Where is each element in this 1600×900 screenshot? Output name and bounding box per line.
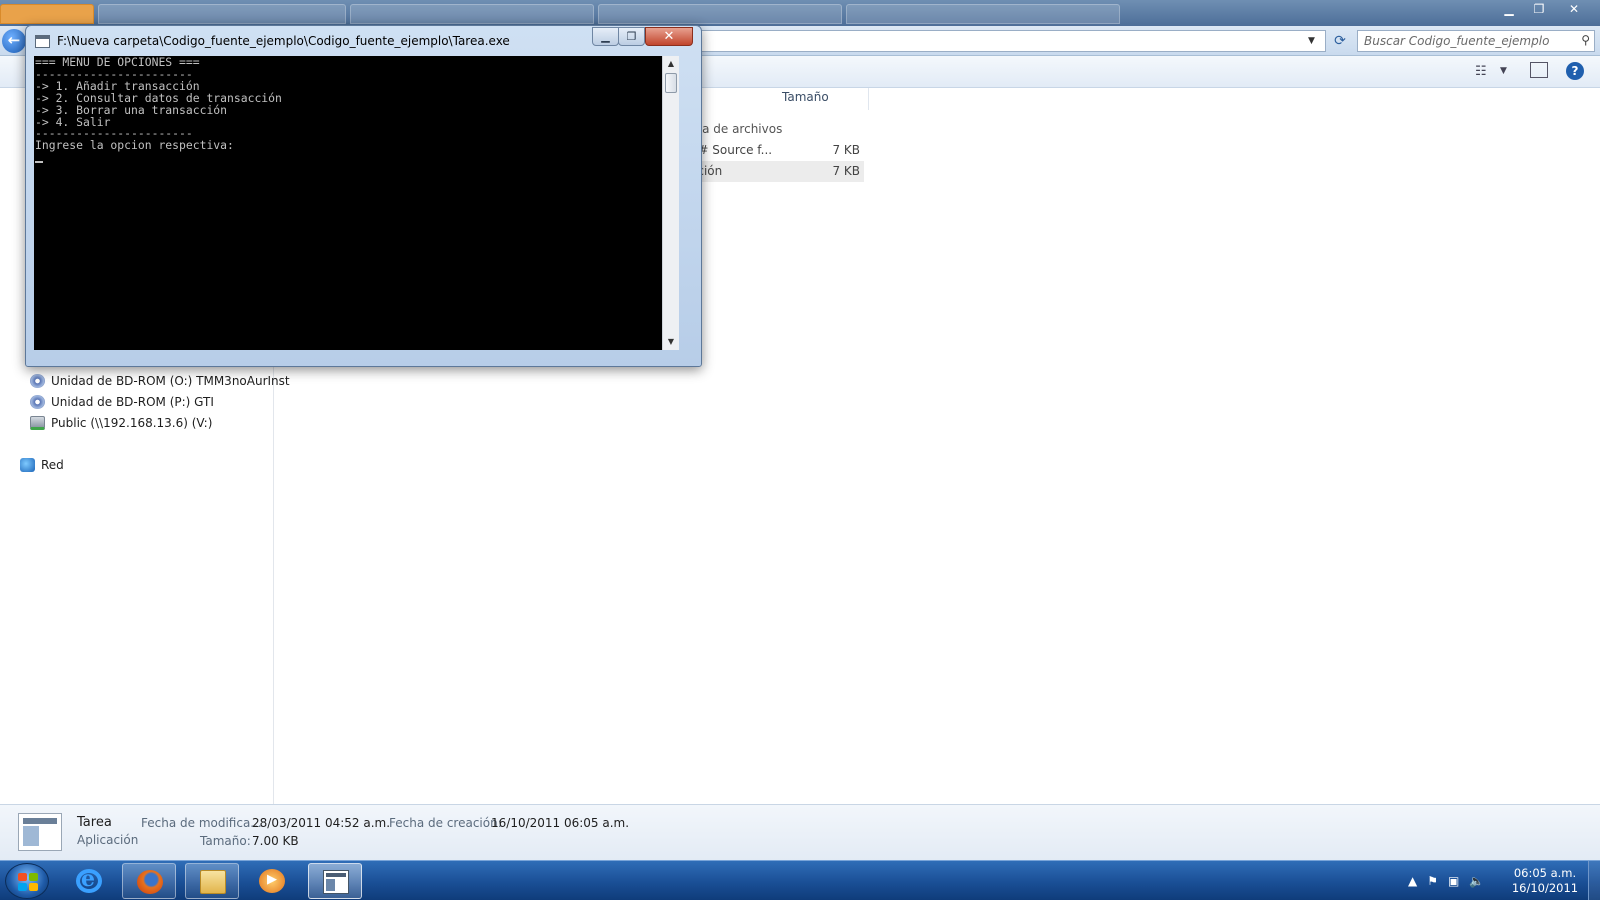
network-icon <box>20 458 35 472</box>
nav-item-label: Public (\\192.168.13.6) (V:) <box>51 416 213 430</box>
minimize-button[interactable]: ▁ <box>592 27 619 46</box>
detail-created-value: 16/10/2011 06:05 a.m. <box>491 816 630 830</box>
detail-modified-label: Fecha de modifica... <box>141 816 262 830</box>
nav-item-bdrom-o[interactable]: Unidad de BD-ROM (O:) TMM3noAurInst <box>30 371 290 391</box>
maximize-button[interactable]: ❐ <box>618 27 645 46</box>
background-tab[interactable] <box>846 4 1120 24</box>
search-icon[interactable]: ⚲ <box>1581 33 1590 47</box>
detail-name: Tarea <box>77 815 112 830</box>
details-pane: Tarea Aplicación Fecha de modifica... 28… <box>0 804 1600 860</box>
nav-item-bdrom-p[interactable]: Unidad de BD-ROM (P:) GTI <box>30 392 214 412</box>
clock[interactable]: 06:05 a.m. 16/10/2011 <box>1505 866 1585 896</box>
action-center-flag-icon[interactable]: ⚑ <box>1427 874 1438 888</box>
scroll-down-icon[interactable]: ▼ <box>663 334 679 350</box>
detail-created-label: Fecha de creación: <box>389 816 502 830</box>
text-cursor <box>35 161 43 164</box>
taskbar-windows-explorer[interactable] <box>185 863 239 899</box>
windows-logo-icon <box>18 873 38 891</box>
detail-modified-value: 28/03/2011 04:52 a.m. <box>252 816 391 830</box>
background-tab[interactable] <box>98 4 346 24</box>
detail-size-label: Tamaño: <box>200 834 251 848</box>
file-group-label: eta de archivos <box>690 122 783 136</box>
console-line: -> 3. Borrar una transacción <box>35 102 228 117</box>
bdrom-drive-icon <box>30 395 45 409</box>
console-output[interactable]: === MENU DE OPCIONES === ----------------… <box>34 56 662 350</box>
file-size: 7 KB <box>832 164 860 178</box>
nav-item-public[interactable]: Public (\\192.168.13.6) (V:) <box>30 413 212 433</box>
background-tab[interactable] <box>598 4 842 24</box>
firefox-icon <box>137 870 163 894</box>
console-title: F:\Nueva carpeta\Codigo_fuente_ejemplo\C… <box>57 34 510 48</box>
folder-icon <box>200 870 226 894</box>
network-drive-icon <box>30 416 45 430</box>
start-button[interactable] <box>5 863 49 899</box>
minimize-icon[interactable]: ▁ <box>1496 0 1522 18</box>
taskbar-tarea-console[interactable] <box>308 863 362 899</box>
view-options-icon[interactable]: ☷ <box>1475 64 1487 79</box>
column-divider[interactable] <box>868 88 869 110</box>
refresh-icon[interactable]: ⟳ <box>1328 30 1352 52</box>
close-icon[interactable]: ✕ <box>1556 0 1592 18</box>
column-header-size[interactable]: Tamaño <box>782 90 829 104</box>
taskbar-media-player[interactable] <box>245 863 299 899</box>
taskbar-internet-explorer[interactable] <box>62 863 116 899</box>
search-placeholder: Buscar Codigo_fuente_ejemplo <box>1364 34 1550 48</box>
search-input[interactable]: Buscar Codigo_fuente_ejemplo ⚲ <box>1357 30 1595 52</box>
internet-explorer-icon <box>76 866 102 893</box>
nav-item-label: Red <box>41 458 64 472</box>
chevron-down-icon[interactable]: ▼ <box>1500 66 1507 76</box>
background-tab[interactable] <box>0 4 94 24</box>
console-app-icon[interactable] <box>35 35 50 48</box>
nav-item-label: Unidad de BD-ROM (P:) GTI <box>51 395 214 409</box>
volume-icon[interactable]: 🔈 <box>1469 874 1484 888</box>
back-arrow-icon[interactable]: ← <box>2 29 26 53</box>
detail-kind: Aplicación <box>77 833 139 847</box>
nav-item-red[interactable]: Red <box>20 455 64 475</box>
console-text: === MENU DE OPCIONES === ----------------… <box>35 56 661 153</box>
close-button[interactable]: ✕ <box>645 27 693 46</box>
console-window[interactable]: F:\Nueva carpeta\Codigo_fuente_ejemplo\C… <box>25 25 702 367</box>
system-tray: ▲ ⚑ ▣ 🔈 <box>1408 861 1484 900</box>
address-input[interactable] <box>700 30 1326 52</box>
vertical-scrollbar[interactable]: ▲ ▼ <box>662 56 679 350</box>
file-row-selected[interactable]: ación 7 KB <box>690 161 864 182</box>
help-icon[interactable]: ? <box>1566 62 1584 80</box>
scroll-thumb[interactable] <box>665 73 677 93</box>
file-size: 7 KB <box>832 143 860 157</box>
file-type: C# Source f... <box>690 143 773 157</box>
explorer-titlebar: ▁ ❐ ✕ <box>0 0 1600 26</box>
bdrom-drive-icon <box>30 374 45 388</box>
taskbar: ▲ ⚑ ▣ 🔈 06:05 a.m. 16/10/2011 <box>0 860 1600 900</box>
detail-size-value: 7.00 KB <box>252 834 299 848</box>
restore-icon[interactable]: ❐ <box>1526 0 1552 18</box>
console-line: Ingrese la opcion respectiva: <box>35 138 234 153</box>
preview-pane-icon[interactable] <box>1530 62 1548 78</box>
clock-time: 06:05 a.m. <box>1513 866 1577 880</box>
clock-date: 16/10/2011 <box>1511 881 1579 895</box>
taskbar-firefox[interactable] <box>122 863 176 899</box>
background-tab[interactable] <box>350 4 594 24</box>
nav-item-label: Unidad de BD-ROM (O:) TMM3noAurInst <box>51 374 290 388</box>
window-controls: ▁ ❐ ✕ <box>1496 0 1592 18</box>
application-thumbnail-icon <box>18 813 62 851</box>
chevron-down-icon[interactable]: ▼ <box>1308 36 1315 46</box>
scroll-up-icon[interactable]: ▲ <box>663 56 679 72</box>
file-row[interactable]: C# Source f... 7 KB <box>690 140 864 161</box>
console-app-icon <box>323 870 349 894</box>
show-hidden-icons-icon[interactable]: ▲ <box>1408 874 1417 888</box>
show-desktop-button[interactable] <box>1588 861 1600 900</box>
network-status-icon[interactable]: ▣ <box>1448 874 1459 888</box>
media-player-icon <box>259 869 285 893</box>
